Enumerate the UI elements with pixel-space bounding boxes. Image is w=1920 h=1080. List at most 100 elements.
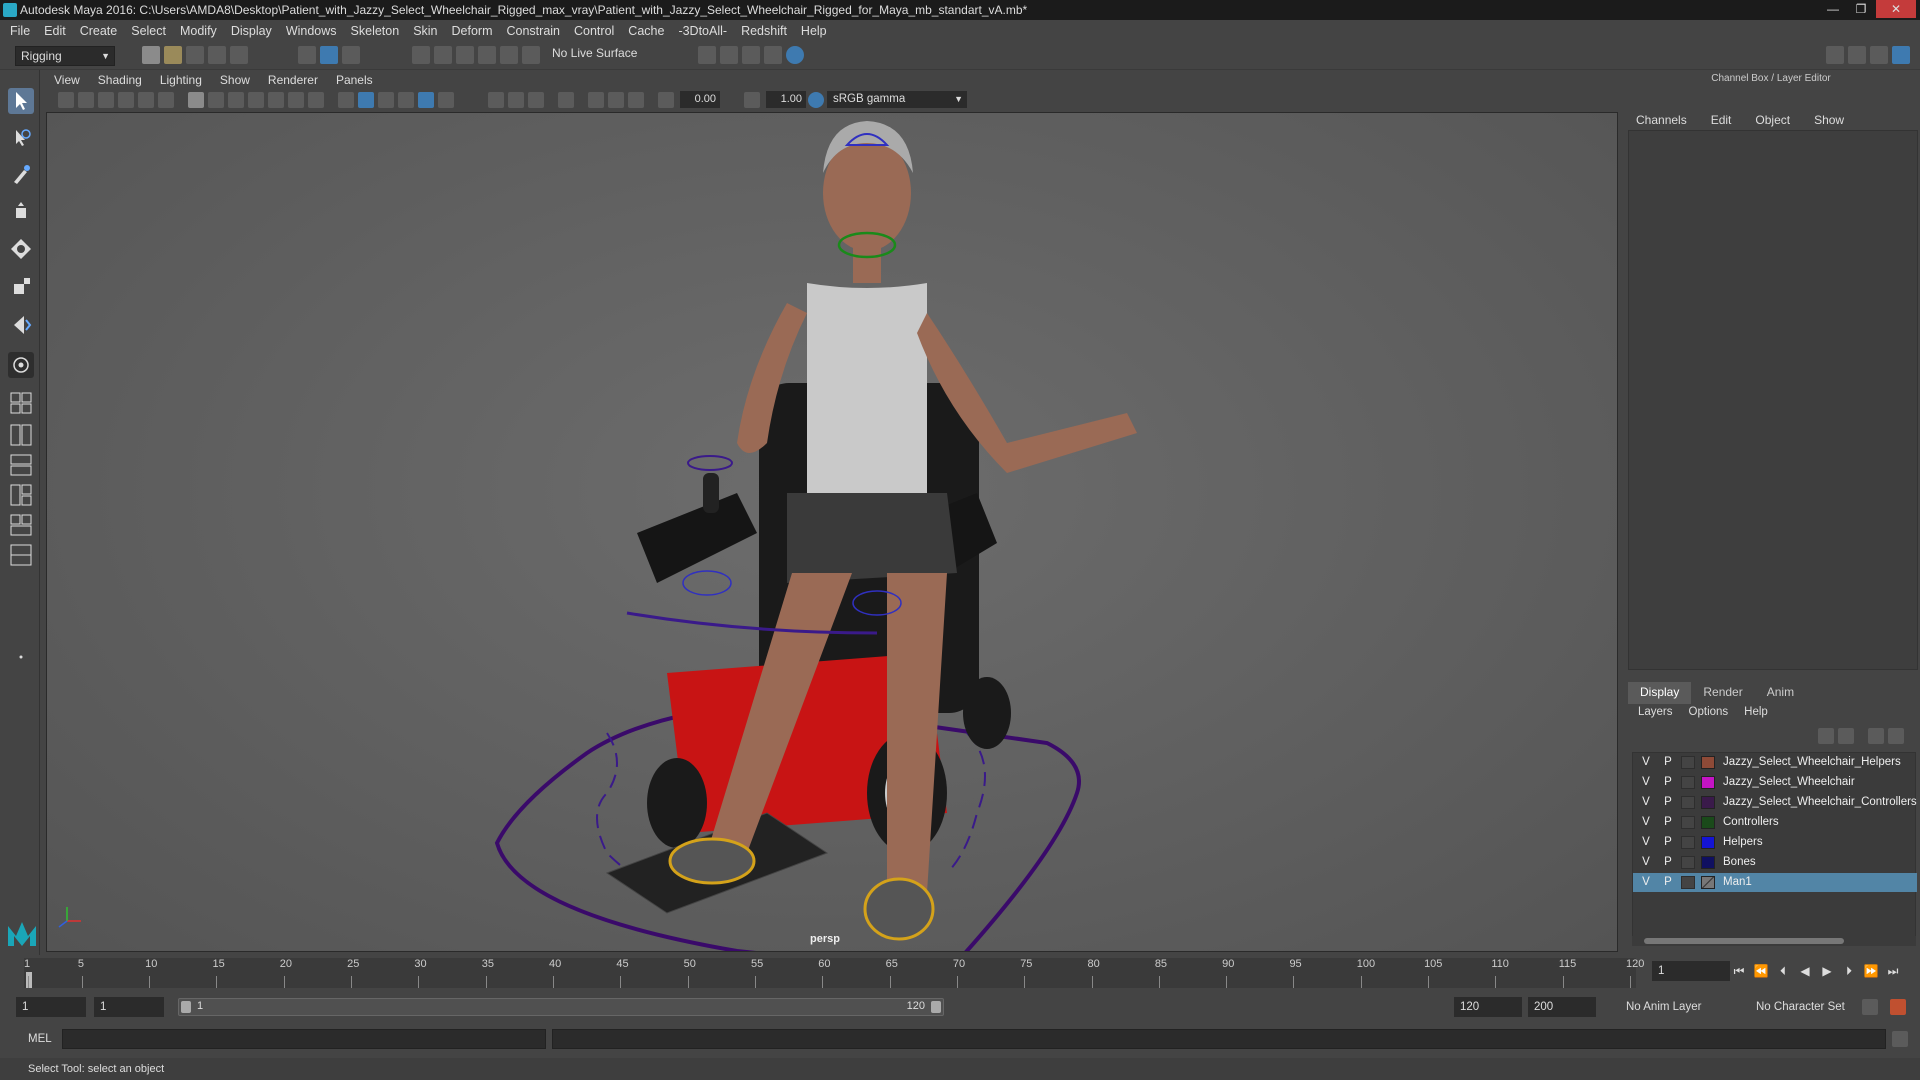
textured-icon[interactable] xyxy=(398,92,414,108)
character-neck[interactable] xyxy=(853,243,881,283)
gamma-field[interactable]: 1.00 xyxy=(766,91,806,108)
menu-modify[interactable]: Modify xyxy=(180,24,217,38)
go-to-start-button[interactable]: ⏮ xyxy=(1730,962,1748,980)
ipr-render-icon[interactable] xyxy=(720,46,738,64)
film-gate-icon[interactable] xyxy=(208,92,224,108)
current-frame-field[interactable]: 1 xyxy=(1652,961,1730,981)
menu-redshift[interactable]: Redshift xyxy=(741,24,787,38)
color-management-icon[interactable] xyxy=(808,92,824,108)
menu-skeleton[interactable]: Skeleton xyxy=(351,24,400,38)
move-layer-down-icon[interactable] xyxy=(1838,728,1854,744)
select-hierarchy-icon[interactable] xyxy=(298,46,316,64)
layer-visibility-toggle[interactable]: V xyxy=(1639,773,1653,792)
layer-menu-layers[interactable]: Layers xyxy=(1628,706,1679,724)
menu-windows[interactable]: Windows xyxy=(286,24,337,38)
layer-display-type[interactable] xyxy=(1681,796,1695,809)
tab-anim[interactable]: Anim xyxy=(1755,682,1806,704)
snap-curve-icon[interactable] xyxy=(434,46,452,64)
play-backwards-button[interactable]: ◀ xyxy=(1796,962,1814,980)
playback-end-field[interactable]: 120 xyxy=(1454,997,1522,1017)
field-chart-icon[interactable] xyxy=(268,92,284,108)
image-plane-icon[interactable] xyxy=(118,92,134,108)
layer-visibility-toggle[interactable]: V xyxy=(1639,833,1653,852)
auto-key-icon[interactable] xyxy=(1862,999,1878,1015)
exposure-field[interactable]: 0.00 xyxy=(680,91,720,108)
channel-menu-channels[interactable]: Channels xyxy=(1630,113,1687,127)
exposure-icon[interactable] xyxy=(658,92,674,108)
new-layer-icon[interactable] xyxy=(1868,728,1884,744)
layer-playback-toggle[interactable]: P xyxy=(1661,813,1675,832)
character-shoe-left[interactable] xyxy=(668,837,756,885)
menu-deform[interactable]: Deform xyxy=(452,24,493,38)
time-slider[interactable]: 1 5 10 15 20 25 30 35 40 45 50 55 60 65 70 75 80 85 90 95 10… xyxy=(24,958,1644,988)
layer-color-swatch[interactable] xyxy=(1701,836,1715,849)
layer-display-type[interactable] xyxy=(1681,856,1695,869)
menu-3dtoall[interactable]: -3DtoAll- xyxy=(678,24,727,38)
2d-pan-zoom-icon[interactable] xyxy=(138,92,154,108)
channel-menu-edit[interactable]: Edit xyxy=(1705,113,1732,127)
layer-row[interactable]: V P Bones xyxy=(1633,853,1917,872)
viewport-menu-renderer[interactable]: Renderer xyxy=(268,73,318,87)
snap-view-icon[interactable] xyxy=(478,46,496,64)
anim-layer-dropdown[interactable]: No Anim Layer xyxy=(1620,997,1742,1017)
layer-playback-toggle[interactable]: P xyxy=(1661,773,1675,792)
color-space-dropdown[interactable]: sRGB gamma ▼ xyxy=(827,91,967,108)
layer-row[interactable]: V P Jazzy_Select_Wheelchair_Controllers xyxy=(1633,793,1917,812)
layer-playback-toggle[interactable]: P xyxy=(1661,833,1675,852)
menu-select[interactable]: Select xyxy=(131,24,166,38)
knee-control-left[interactable] xyxy=(682,570,732,596)
toolbox-expand-icon[interactable] xyxy=(8,644,34,670)
wheelchair-wheel-left[interactable] xyxy=(647,758,707,848)
gate-mask-icon[interactable] xyxy=(248,92,264,108)
character-shirt[interactable] xyxy=(807,283,927,503)
grease-pencil-icon[interactable] xyxy=(158,92,174,108)
layout-custom-icon[interactable] xyxy=(8,542,34,568)
camera-select-icon[interactable] xyxy=(58,92,74,108)
step-back-key-button[interactable]: ⏪ xyxy=(1752,962,1770,980)
maximize-button[interactable]: ❐ xyxy=(1848,0,1874,18)
step-forward-frame-button[interactable]: ⏵ xyxy=(1840,962,1858,980)
layer-display-type[interactable] xyxy=(1681,816,1695,829)
select-component-icon[interactable] xyxy=(342,46,360,64)
grid-icon[interactable] xyxy=(188,92,204,108)
render-frame-icon[interactable] xyxy=(698,46,716,64)
undo-icon[interactable] xyxy=(208,46,226,64)
bookmark-icon[interactable] xyxy=(98,92,114,108)
xray-icon[interactable] xyxy=(488,92,504,108)
open-scene-icon[interactable] xyxy=(164,46,182,64)
move-tool-icon[interactable] xyxy=(8,200,34,226)
layer-color-swatch[interactable] xyxy=(1701,796,1715,809)
attribute-editor-icon[interactable] xyxy=(1848,46,1866,64)
new-layer-selected-icon[interactable] xyxy=(1888,728,1904,744)
lasso-tool-icon[interactable] xyxy=(8,126,34,152)
character-set-dropdown[interactable]: No Character Set xyxy=(1750,997,1866,1017)
select-tool-icon[interactable] xyxy=(8,88,34,114)
menu-edit[interactable]: Edit xyxy=(44,24,66,38)
wireframe-on-shaded-icon[interactable] xyxy=(378,92,394,108)
viewport-menu-panels[interactable]: Panels xyxy=(336,73,373,87)
layer-color-swatch[interactable] xyxy=(1701,856,1715,869)
range-start-handle[interactable] xyxy=(181,1001,191,1013)
use-all-lights-icon[interactable] xyxy=(418,92,434,108)
channel-menu-show[interactable]: Show xyxy=(1808,113,1844,127)
layer-visibility-toggle[interactable]: V xyxy=(1639,753,1653,772)
menu-control[interactable]: Control xyxy=(574,24,614,38)
modeling-toolkit-icon[interactable] xyxy=(1826,46,1844,64)
current-frame-indicator[interactable] xyxy=(26,972,32,988)
anti-aliasing-icon[interactable] xyxy=(628,92,644,108)
step-forward-key-button[interactable]: ⏩ xyxy=(1862,962,1880,980)
render-view-icon[interactable] xyxy=(786,46,804,64)
channel-menu-object[interactable]: Object xyxy=(1749,113,1790,127)
soft-select-icon[interactable] xyxy=(8,352,34,378)
command-input[interactable] xyxy=(62,1029,546,1049)
animation-prefs-icon[interactable] xyxy=(1890,999,1906,1015)
wheelchair-armrest-left[interactable] xyxy=(637,493,757,583)
wheel-control-right[interactable] xyxy=(946,732,986,874)
joystick-control[interactable] xyxy=(687,455,733,471)
channel-box-panel[interactable] xyxy=(1628,130,1918,670)
hypershade-icon[interactable] xyxy=(764,46,782,64)
live-surface-label[interactable]: No Live Surface xyxy=(552,46,637,60)
save-scene-icon[interactable] xyxy=(186,46,204,64)
layer-playback-toggle[interactable]: P xyxy=(1661,753,1675,772)
range-slider[interactable]: 1 120 xyxy=(178,998,944,1016)
